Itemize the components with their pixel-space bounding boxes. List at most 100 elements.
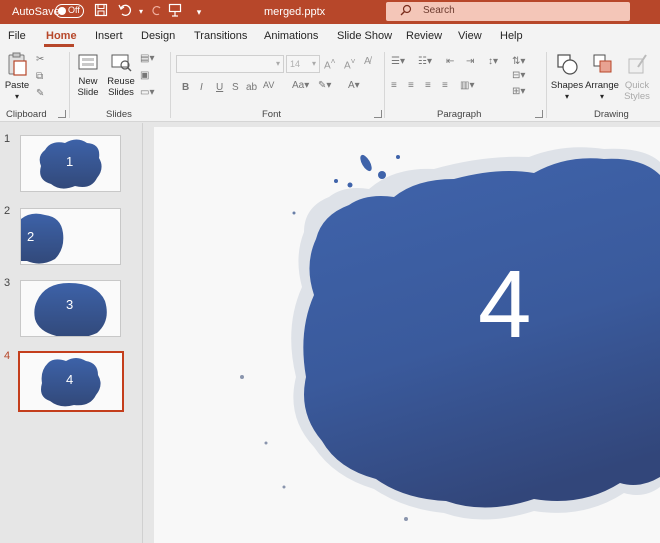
- clear-formatting-icon[interactable]: A̸: [364, 56, 371, 67]
- numbering-icon[interactable]: ☷▾: [418, 56, 432, 67]
- character-spacing-button[interactable]: AV: [263, 80, 274, 90]
- cut-icon[interactable]: ✂: [36, 54, 44, 65]
- search-box[interactable]: Search: [386, 2, 630, 21]
- slide-thumbnail-pane: 1 1 2 2 3 3 4 4: [0, 123, 142, 543]
- underline-button[interactable]: U: [216, 82, 223, 93]
- autosave-toggle[interactable]: Off: [55, 4, 84, 18]
- font-launcher-icon[interactable]: [374, 110, 382, 118]
- clipboard-group-label: Clipboard: [6, 109, 47, 120]
- reuse-slides-button[interactable]: Reuse Slides: [106, 51, 136, 98]
- save-icon[interactable]: [92, 3, 110, 21]
- reset-icon[interactable]: ▣: [140, 70, 149, 81]
- ink-splash-shape[interactable]: [154, 127, 660, 543]
- italic-button[interactable]: I: [200, 82, 203, 93]
- bullets-icon[interactable]: ☰▾: [391, 56, 405, 67]
- slide-canvas[interactable]: 4: [154, 127, 660, 543]
- tab-transitions[interactable]: Transitions: [194, 30, 247, 42]
- pane-divider: [142, 123, 143, 543]
- align-left-icon[interactable]: ≡: [391, 80, 397, 91]
- section-icon[interactable]: ▭▾: [140, 87, 154, 98]
- justify-icon[interactable]: ≡: [442, 80, 448, 91]
- tab-help[interactable]: Help: [500, 30, 523, 42]
- search-placeholder: Search: [423, 5, 455, 16]
- customize-qat-icon[interactable]: ▾: [190, 3, 208, 21]
- slide-thumbnail-3[interactable]: 3: [20, 280, 121, 337]
- group-separator: [384, 52, 385, 118]
- reuse-label-1: Reuse: [107, 76, 135, 87]
- align-text-icon[interactable]: ⊟▾: [512, 70, 525, 81]
- autosave-state: Off: [68, 5, 80, 15]
- copy-icon[interactable]: ⧉: [36, 71, 43, 82]
- shrink-font-icon[interactable]: A˅: [344, 56, 356, 71]
- paste-button[interactable]: Paste ▾: [4, 51, 30, 102]
- font-size-combo[interactable]: 14 ▾: [286, 55, 320, 73]
- drawing-group-label: Drawing: [594, 109, 629, 120]
- grow-font-icon[interactable]: A˄: [324, 56, 336, 71]
- tab-insert[interactable]: Insert: [95, 30, 123, 42]
- shadow-button[interactable]: ab: [246, 82, 257, 93]
- text-direction-icon[interactable]: ⇅▾: [512, 56, 525, 67]
- slide-thumbnail-1[interactable]: 1: [20, 135, 121, 192]
- decrease-indent-icon[interactable]: ⇤: [446, 56, 454, 67]
- columns-icon[interactable]: ▥▾: [460, 80, 474, 91]
- shapes-button[interactable]: Shapes ▾: [550, 51, 584, 102]
- slide-thumbnail-2[interactable]: 2: [20, 208, 121, 265]
- tab-file[interactable]: File: [8, 30, 26, 42]
- format-painter-icon[interactable]: ✎: [36, 88, 44, 99]
- tab-review[interactable]: Review: [406, 30, 442, 42]
- font-group-label: Font: [262, 109, 282, 120]
- group-separator: [170, 52, 171, 118]
- increase-indent-icon[interactable]: ⇥: [466, 56, 474, 67]
- title-bar: AutoSave Off ▾ ▾ merged.pptx Search: [0, 0, 660, 24]
- arrange-button[interactable]: Arrange ▾: [584, 51, 620, 102]
- toggle-knob: [58, 7, 66, 15]
- slide-number: 3: [4, 277, 11, 289]
- chevron-down-icon: ▾: [311, 59, 316, 68]
- paste-label: Paste: [4, 80, 30, 91]
- slide-number: 4: [4, 350, 11, 362]
- line-spacing-icon[interactable]: ↕▾: [488, 56, 498, 67]
- redo-icon[interactable]: [148, 3, 166, 21]
- group-separator: [546, 52, 547, 118]
- paste-dropdown-icon[interactable]: ▾: [4, 91, 30, 102]
- chevron-down-icon: ▾: [564, 92, 569, 101]
- presenter-icon[interactable]: [166, 3, 184, 21]
- tab-home[interactable]: Home: [46, 30, 77, 42]
- tab-animations[interactable]: Animations: [264, 30, 318, 42]
- chevron-down-icon: ▾: [599, 92, 604, 101]
- thumbnail-label: 4: [66, 372, 74, 387]
- thumbnail-label: 2: [27, 229, 35, 244]
- paste-icon: [8, 52, 27, 76]
- font-color-icon[interactable]: A▾: [348, 80, 360, 91]
- shapes-icon: [557, 54, 578, 75]
- slide-thumbnail-4[interactable]: 4: [18, 351, 124, 412]
- bold-button[interactable]: B: [182, 82, 189, 93]
- strikethrough-button[interactable]: S: [232, 82, 239, 93]
- layout-icon[interactable]: ▤▾: [140, 53, 154, 64]
- paragraph-launcher-icon[interactable]: [535, 110, 543, 118]
- clipboard-launcher-icon[interactable]: [58, 110, 66, 118]
- active-tab-indicator: [44, 44, 74, 47]
- tab-design[interactable]: Design: [141, 30, 175, 42]
- group-separator: [69, 52, 70, 118]
- new-slide-button[interactable]: New Slide: [74, 51, 102, 98]
- chevron-down-icon: ▾: [275, 59, 280, 68]
- tab-view[interactable]: View: [458, 30, 482, 42]
- arrange-label: Arrange: [585, 80, 619, 91]
- highlight-icon[interactable]: ✎▾: [318, 80, 331, 91]
- tab-slide-show[interactable]: Slide Show: [337, 30, 392, 42]
- align-right-icon[interactable]: ≡: [425, 80, 431, 91]
- change-case-icon[interactable]: Aa▾: [292, 80, 309, 91]
- reuse-slides-icon: [111, 54, 132, 72]
- font-name-combo[interactable]: ▾: [176, 55, 284, 73]
- align-center-icon[interactable]: ≡: [408, 80, 414, 91]
- reuse-label-2: Slides: [108, 87, 134, 98]
- quick-styles-button[interactable]: Quick Styles: [620, 51, 654, 102]
- search-icon: [400, 4, 412, 16]
- arrange-icon: [593, 54, 612, 73]
- slide-number: 1: [4, 133, 11, 145]
- smartart-icon[interactable]: ⊞▾: [512, 86, 525, 97]
- ribbon-tabs: File Home Insert Design Transitions Anim…: [0, 24, 660, 48]
- slide-number-text[interactable]: 4: [478, 257, 531, 353]
- shapes-label: Shapes: [550, 80, 584, 91]
